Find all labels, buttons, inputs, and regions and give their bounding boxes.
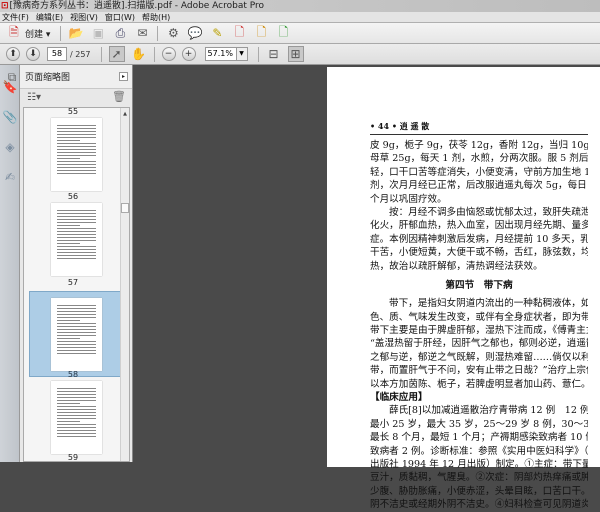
thumbnail-page-59[interactable] [51, 381, 102, 454]
panel-toolbar: ☷▾ 🗑 [20, 89, 132, 106]
scroll-up-icon[interactable]: ▲ [121, 111, 129, 117]
scrollbar-thumb[interactable] [121, 203, 129, 213]
subsection-heading: 【临床应用】 [370, 392, 428, 404]
text-line: 带下主要是由于脾虚肝郁，湿热下注而成，《傅青主女科》说： [370, 325, 588, 337]
zoom-in-button[interactable]: + [181, 47, 196, 61]
secure-document-icon[interactable]: 🗋 [231, 25, 247, 41]
thumbnail-page-56[interactable] [51, 203, 102, 276]
layers-icon[interactable]: ◈ [2, 139, 18, 155]
create-button[interactable]: 创建 ▾ [25, 27, 50, 40]
thumbnail-list[interactable]: 55 56 57 58 59 ▲ [23, 107, 130, 462]
text-line: 色、质、气味发生改变，或伴有全身症状者，即为带下病。湿热 [370, 311, 588, 323]
text-line: 化火，肝郁血热，热入血室，因出现月经先期、量多、色红等 [370, 220, 588, 232]
menu-help[interactable]: 帮助(H) [140, 12, 175, 22]
comment-icon[interactable]: 💬 [187, 25, 203, 41]
text-line: 热，故治以疏肝解郁，清热调经法获效。 [370, 260, 543, 272]
gear-icon[interactable]: ⚙ [165, 25, 181, 41]
thumbnail-page-55[interactable] [51, 118, 102, 191]
section-heading: 第四节 带下病 [445, 279, 513, 291]
next-page-button[interactable]: ⬇ [26, 47, 40, 61]
email-icon[interactable]: ✉ [134, 25, 150, 41]
signature-icon[interactable]: ✍ [2, 169, 18, 185]
zoom-level-input[interactable]: 57.1% [204, 47, 237, 61]
text-line: 之郁与逆，郁逆之气既解，则湿热难留……倘仅以利湿清热治青 [370, 351, 588, 363]
collapse-panel-button[interactable]: ▸ [119, 72, 128, 81]
divider [157, 25, 159, 41]
header-rule [370, 134, 588, 135]
acrobat-icon: ⊡ [1, 1, 9, 11]
open-folder-icon[interactable]: 📂 [68, 25, 84, 41]
fit-page-icon[interactable]: ⊟ [266, 46, 282, 62]
thumbnail-label: 55 [67, 107, 79, 116]
text-line: 最长 8 个月，最短 1 个月；产褥期感染致病者 10 例，经期感染 [370, 432, 588, 444]
page-body-text: 皮 9g，栀子 9g，茯苓 12g，香附 12g，当归 10g，甘草 25g，益… [370, 139, 588, 512]
print-icon[interactable]: ⎙ [112, 25, 128, 41]
text-line: 剂，次月月经已正常，后改服逍遥丸每次 5g，每日 2 次，连服 2 [370, 180, 588, 192]
text-line: 少腹、胁肋胀痛，小便赤涩，头晕目眩，口苦口干。③有产后外 [370, 485, 588, 497]
text-line: 症。本例因精神刺激后发病，月经提前 10 多天，乳房胀痛，口 [370, 233, 588, 245]
page-number-input[interactable]: 58 [47, 47, 67, 61]
attachment-icon[interactable]: 📎 [2, 109, 18, 125]
trash-icon[interactable]: 🗑 [112, 90, 126, 103]
divider [153, 46, 155, 62]
text-line: 皮 9g，栀子 9g，茯苓 12g，香附 12g，当归 10g，甘草 25g，益 [370, 140, 588, 151]
divider [60, 25, 62, 41]
zoom-dropdown-chevron-icon[interactable]: ▼ [236, 47, 248, 61]
divider [257, 46, 259, 62]
thumbnail-label: 58 [67, 370, 79, 379]
document-view[interactable]: • 44 • 逍 遥 散 皮 9g，栀子 9g，茯苓 12g，香附 12g，当归… [133, 65, 600, 510]
save-icon[interactable]: ▣ [90, 25, 106, 41]
menu-bar: 文件(F) 编辑(E) 视图(V) 窗口(W) 帮助(H) [0, 12, 600, 23]
text-line: 最小 25 岁，最大 35 岁，25～29 岁 8 例，30～35 岁 4 例；… [370, 418, 588, 430]
title-bar: ⊡[豫病奇方系列丛书：逍遥散].扫描版.pdf - Adobe Acrobat … [0, 0, 600, 12]
pages-icon: ⧉ [7, 69, 17, 84]
text-line: 薛氏[8]以加减逍遥散治疗青带病 12 例 12 例患者中，年龄 [389, 405, 588, 417]
menu-view[interactable]: 视图(V) [68, 12, 103, 22]
window-title: [豫病奇方系列丛书：逍遥散].扫描版.pdf - Adobe Acrobat P… [9, 1, 265, 11]
highlight-icon[interactable]: ✎ [209, 25, 225, 41]
text-line: 致病者 2 例。诊断标准：参照《实用中医妇科学》（上海科学技术 [370, 445, 588, 457]
text-line: 干苦，小便短黄，大便干或不畅，舌红，脉弦数，均为肝经郁 [370, 247, 588, 259]
text-line: 按：月经不调多由恼怒或忧郁太过，致肝失疏泄条达，久郁 [389, 206, 588, 218]
panel-title: 页面缩略图 [25, 73, 71, 83]
select-tool-icon[interactable]: ➚ [108, 46, 125, 62]
navigation-pane-strip: 🔖 📎 ◈ ✍ [0, 65, 20, 462]
panel-header: ⧉ 页面缩略图 ▸ [8, 65, 132, 89]
divider [100, 46, 102, 62]
text-line: 出版社 1994 年 12 月出版）制定。①主症：带下量多，色绿如绿 [370, 458, 588, 470]
text-line: 带下，是指妇女阴道内流出的一种黏稠液体，如量多，或 [389, 298, 588, 310]
text-line: 轻，口干口苦等症消失，小便变清，守前方加生地 12g，再服 5 [370, 166, 588, 178]
menu-window[interactable]: 窗口(W) [103, 12, 140, 22]
thumbnail-scrollbar[interactable]: ▲ [120, 108, 129, 461]
main-toolbar: 🗎 创建 ▾ 📂 ▣ ⎙ ✉ ⚙ 💬 ✎ 🗋 🗋 🗋 [0, 23, 600, 44]
export-document-icon[interactable]: 🗋 [275, 25, 291, 41]
thumbnail-label: 57 [67, 278, 79, 287]
menu-file[interactable]: 文件(F) [0, 12, 34, 22]
text-line: 阴不洁史或经期外阴不洁史。④妇科检查可见阴道炎、宫颈炎或 [370, 499, 588, 511]
zoom-out-button[interactable]: − [161, 47, 176, 61]
thumbnail-options-icon[interactable]: ☷▾ [26, 90, 42, 106]
text-line: 个月以巩固疗效。 [370, 193, 447, 205]
sign-document-icon[interactable]: 🗋 [253, 25, 269, 41]
fit-width-icon[interactable]: ⊞ [287, 46, 304, 62]
thumbnail-label: 56 [67, 192, 79, 201]
text-line: “盖湿热留于肝经，因肝气之郁也，郁则必逆，逍遥散最能解肝 [370, 338, 588, 350]
pdf-page: • 44 • 逍 遥 散 皮 9g，栀子 9g，茯苓 12g，香附 12g，当归… [327, 67, 600, 510]
previous-page-button[interactable]: ⬆ [6, 47, 20, 61]
page-header: • 44 • 逍 遥 散 [370, 121, 430, 131]
text-line: 以本方加茵陈、栀子，若脾虚明显者加山药、薏仁。 [370, 378, 588, 390]
thumbnail-page-58[interactable] [51, 298, 102, 371]
text-line: 母草 25g，每天 1 剂，水煎，分两次服。服 5 剂后乳房胀痛减 [370, 153, 588, 165]
text-line: 带，而置肝气于不问，安有止带之日哉？”治疗上宗傅青主之法， [370, 365, 588, 377]
page-total: / 257 [70, 49, 91, 59]
create-pdf-icon[interactable]: 🗎 [6, 25, 22, 41]
menu-edit[interactable]: 编辑(E) [34, 12, 68, 22]
thumbnail-label: 59 [67, 453, 79, 462]
page-thumbnails-panel: ⧉ 页面缩略图 ▸ ☷▾ 🗑 55 56 57 58 59 ▲ [8, 65, 133, 462]
hand-tool-icon[interactable]: ✋ [131, 46, 147, 62]
navigation-toolbar: ⬆ ⬇ 58 / 257 ➚ ✋ − + 57.1% ▼ ⊟ ⊞ [0, 44, 600, 65]
text-line: 豆汁，质黏稠，气腥臭。②次症：阴部灼热痒痛或肿痛，乳房、 [370, 472, 588, 484]
